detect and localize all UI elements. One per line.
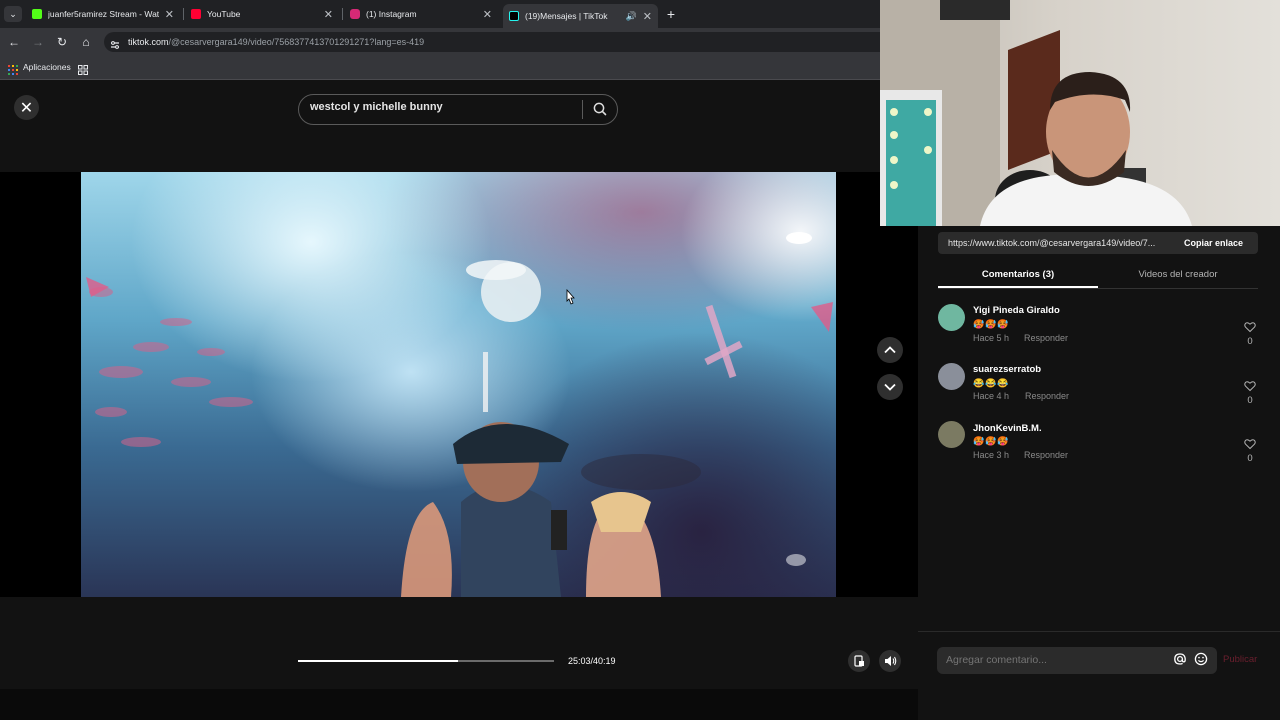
close-tab-icon[interactable]: ✕ — [324, 8, 333, 21]
avatar[interactable] — [938, 421, 965, 448]
share-url: https://www.tiktok.com/@cesarvergara149/… — [948, 238, 1156, 248]
new-tab-button[interactable]: + — [663, 6, 679, 22]
video-player[interactable] — [81, 172, 836, 597]
url-path: /@cesarvergara149/video/7568377413701291… — [168, 37, 425, 47]
search-divider — [582, 100, 583, 119]
close-icon[interactable]: ✕ — [14, 95, 39, 120]
comment-input[interactable] — [946, 654, 1166, 666]
emoji-icon[interactable] — [1194, 652, 1208, 666]
browser-tab-youtube[interactable]: YouTube ✕ — [185, 4, 339, 24]
tab-separator — [342, 8, 343, 20]
url-host: tiktok.com — [128, 37, 169, 47]
comment-username[interactable]: JhonKevinB.M. — [973, 423, 1042, 434]
player-controls — [0, 597, 918, 689]
volume-button[interactable] — [879, 650, 901, 672]
close-tab-icon[interactable]: ✕ — [643, 10, 652, 23]
browser-tab-kick[interactable]: juanfer5ramirez Stream - Watch ✕ — [26, 4, 180, 24]
tab-title: (19)Mensajes | TikTok — [525, 11, 608, 21]
kick-icon — [32, 9, 42, 19]
tab-creator-videos[interactable]: Videos del creador — [1098, 269, 1258, 280]
reply-button[interactable]: Responder — [1024, 333, 1068, 343]
volume-icon — [884, 656, 896, 666]
apps-grid-icon — [8, 62, 18, 75]
tab-separator — [183, 8, 184, 20]
chevron-up-icon — [884, 346, 896, 354]
tab-comments[interactable]: Comentarios (3) — [938, 269, 1098, 280]
bookmarks-bar — [0, 56, 880, 80]
comment-time: Hace 5 h — [973, 333, 1010, 343]
tab-title: YouTube — [207, 9, 241, 19]
tab-divider — [938, 288, 1258, 289]
tab-groups-icon[interactable] — [78, 62, 88, 75]
avatar[interactable] — [938, 304, 965, 331]
next-video-button[interactable] — [877, 374, 903, 400]
heart-icon[interactable] — [1244, 320, 1256, 333]
back-icon[interactable]: ← — [6, 34, 22, 50]
audio-playing-icon[interactable]: 🔊 — [626, 11, 637, 22]
comment-username[interactable]: suarezserratob — [973, 364, 1041, 375]
home-icon[interactable]: ⌂ — [78, 34, 94, 50]
comment-time: Hace 4 h — [973, 391, 1010, 401]
youtube-icon — [191, 9, 201, 19]
chevron-down-icon — [884, 383, 896, 391]
search-icon[interactable] — [592, 101, 608, 117]
picture-in-picture-icon — [854, 655, 864, 667]
instagram-icon — [350, 9, 360, 19]
reply-button[interactable]: Responder — [1025, 391, 1069, 401]
comments-panel — [918, 226, 1280, 720]
address-bar[interactable]: tiktok.com/@cesarvergara149/video/756837… — [104, 32, 880, 52]
webcam-overlay — [880, 0, 1280, 226]
comment-text: 😂😂😂 — [973, 378, 1010, 388]
publish-button[interactable]: Publicar — [1223, 654, 1257, 665]
mouse-cursor-icon — [565, 288, 575, 305]
floating-player-button[interactable] — [848, 650, 870, 672]
progress-fill — [298, 660, 458, 662]
bookmark-apps[interactable]: Aplicaciones — [23, 62, 71, 72]
like-count: 0 — [1247, 336, 1253, 347]
comment-text: 🥵🥵🥵 — [973, 436, 1010, 446]
close-tab-icon[interactable]: ✕ — [483, 8, 492, 21]
site-info-icon[interactable] — [110, 37, 120, 49]
comment-time: Hace 3 h — [973, 450, 1010, 460]
like-count: 0 — [1247, 395, 1253, 406]
mention-icon[interactable] — [1173, 652, 1187, 666]
active-tab-indicator — [938, 286, 1098, 288]
copy-link-button[interactable]: Copiar enlace — [1184, 238, 1243, 248]
comment-username[interactable]: Yigi Pineda Giraldo — [973, 305, 1060, 316]
search-input[interactable]: westcol y michelle bunny — [310, 101, 443, 113]
comment-divider — [918, 631, 1280, 632]
tiktok-icon — [509, 11, 519, 21]
tab-search-button[interactable]: ⌄ — [4, 6, 22, 22]
previous-video-button[interactable] — [877, 337, 903, 363]
heart-icon[interactable] — [1244, 437, 1256, 450]
browser-tab-tiktok[interactable]: (19)Mensajes | TikTok 🔊 ✕ — [503, 4, 658, 28]
reload-icon[interactable]: ↻ — [54, 34, 70, 50]
like-count: 0 — [1247, 453, 1253, 464]
comment-text: 🥵🥵🥵 — [973, 319, 1010, 329]
avatar[interactable] — [938, 363, 965, 390]
browser-tab-instagram[interactable]: (1) Instagram ✕ — [344, 4, 498, 24]
close-tab-icon[interactable]: ✕ — [165, 8, 174, 21]
tab-title: juanfer5ramirez Stream - Watch — [48, 9, 159, 19]
reply-button[interactable]: Responder — [1024, 450, 1068, 460]
forward-icon[interactable]: → — [30, 34, 46, 50]
playback-time: 25:03/40:19 — [568, 656, 616, 666]
tab-title: (1) Instagram — [366, 9, 417, 19]
video-frame — [81, 172, 836, 597]
bottom-strip — [0, 689, 918, 720]
heart-icon[interactable] — [1244, 379, 1256, 392]
